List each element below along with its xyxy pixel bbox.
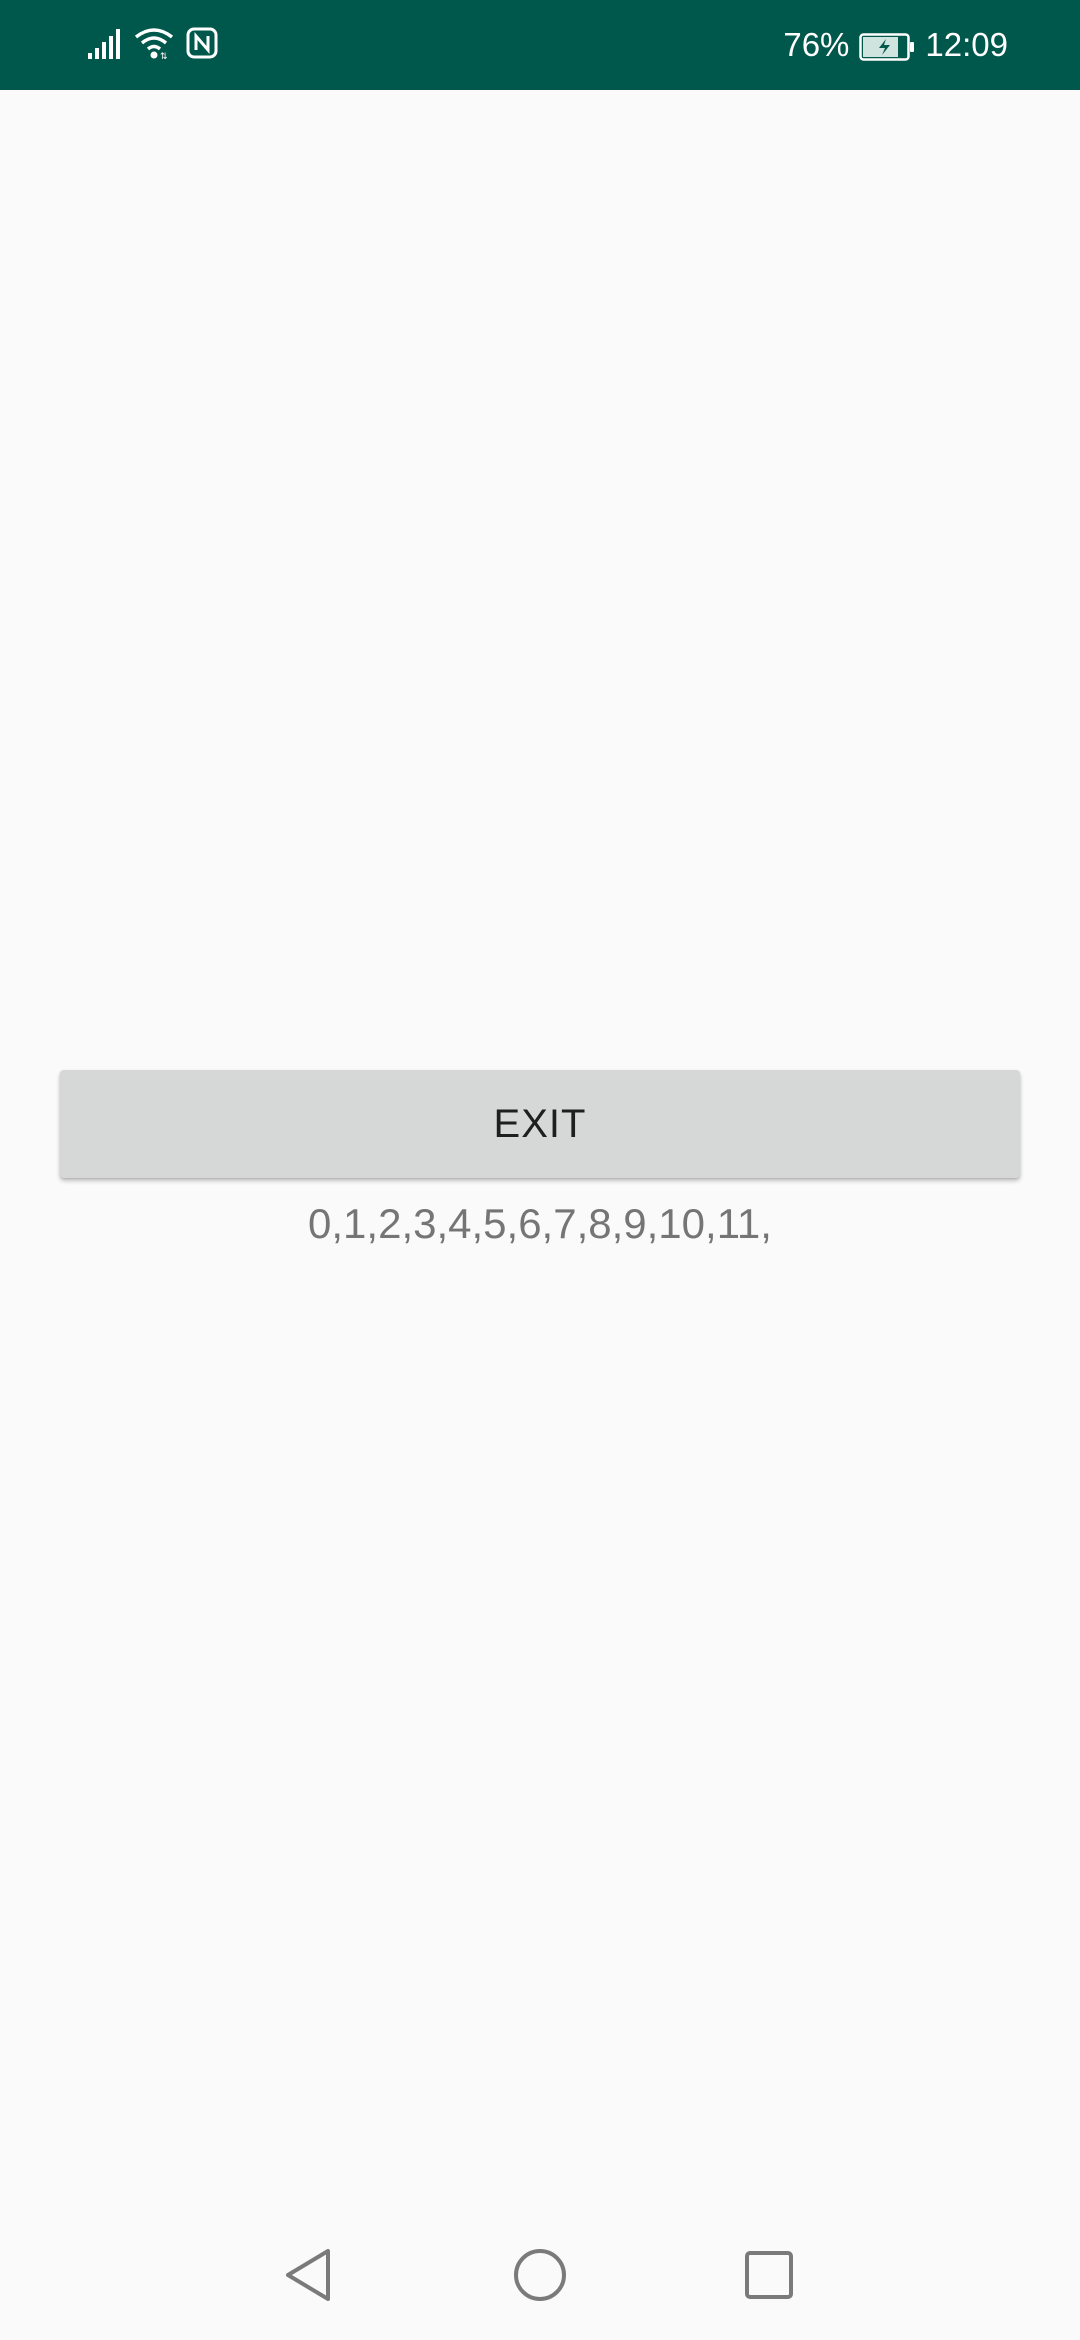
- counter-text: 0,1,2,3,4,5,6,7,8,9,10,11,: [308, 1200, 772, 1247]
- wifi-icon: ⇅: [134, 27, 174, 64]
- battery-charging-icon: [859, 31, 915, 61]
- nfc-icon: [186, 27, 218, 64]
- back-button[interactable]: [264, 2232, 354, 2322]
- back-icon: [282, 2247, 336, 2308]
- battery-percent: 76%: [783, 26, 850, 63]
- signal-icon: [88, 29, 122, 64]
- recents-icon: [744, 2250, 794, 2305]
- clock: 12:09: [925, 26, 1008, 63]
- status-icons-right: 76% 12:09: [783, 22, 1008, 68]
- status-bar: ⇅ 76% 12:09: [0, 0, 1080, 90]
- svg-text:⇅: ⇅: [160, 52, 168, 59]
- recents-button[interactable]: [724, 2232, 814, 2322]
- exit-button[interactable]: EXIT: [60, 1070, 1020, 1178]
- navigation-bar: [0, 2214, 1080, 2340]
- status-icons-left: ⇅: [88, 26, 218, 64]
- screen: ⇅ 76% 12:09 EXIT 0,1,2,3,4,5,6,7,8,9,10,…: [0, 0, 1080, 2340]
- home-icon: [512, 2247, 568, 2308]
- home-button[interactable]: [495, 2232, 585, 2322]
